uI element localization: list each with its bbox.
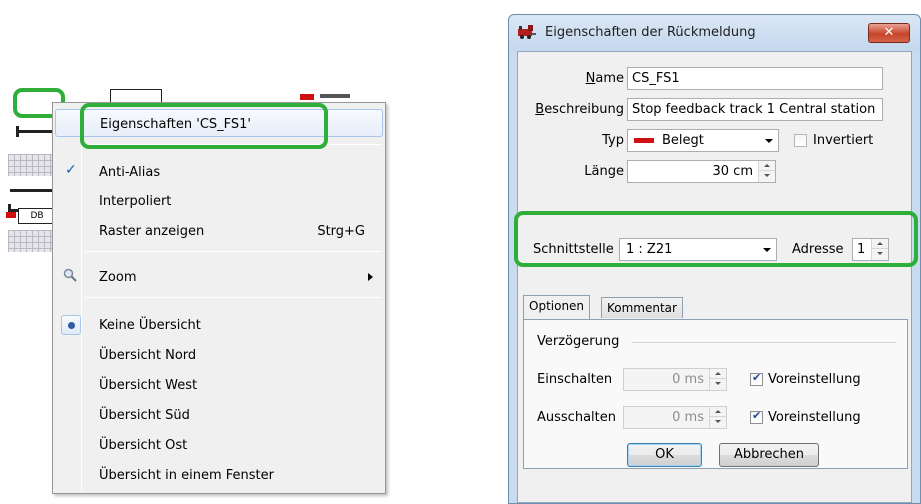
beschreibung-field[interactable]: Stop feedback track 1 Central station [627, 98, 883, 121]
track-signal-box [110, 89, 162, 103]
ausschalten-voreinstellung-checkbox[interactable] [750, 409, 763, 424]
check-icon: ✓ [65, 162, 77, 178]
menu-item-label: Interpoliert [99, 194, 172, 209]
einschalten-voreinstellung-label: Voreinstellung [768, 372, 861, 387]
menu-item-label: Übersicht Süd [99, 408, 190, 423]
menu-item-anti-alias[interactable]: ✓ Anti-Alias [55, 158, 383, 186]
spin-down-icon[interactable] [710, 417, 726, 427]
tab-kommentar[interactable]: Kommentar [601, 297, 683, 318]
name-field[interactable]: CS_FS1 [627, 67, 883, 90]
typ-select-value: Belegt [662, 133, 704, 148]
dialog-client-area: Name CS_FS1 Beschreibung Stop feedback t… [517, 51, 912, 503]
menu-item-label: Anti-Alias [99, 165, 161, 180]
menu-item-keine-uebersicht[interactable]: Keine Übersicht [55, 311, 383, 339]
track-segment [320, 94, 350, 98]
menu-item-label: Übersicht Nord [99, 348, 197, 363]
menu-item-zoom[interactable]: Zoom [55, 263, 383, 291]
menu-item-label: Übersicht in einem Fenster [99, 468, 274, 483]
menu-item-interpoliert[interactable]: Interpoliert [55, 187, 383, 215]
track-segment [16, 130, 56, 133]
ausschalten-voreinstellung-label: Voreinstellung [768, 410, 861, 425]
typ-label: Typ [602, 133, 624, 148]
typ-color-swatch [634, 138, 654, 143]
db-track-label: DB [18, 208, 56, 224]
einschalten-value: 0 ms [672, 372, 704, 387]
einschalten-field[interactable]: 0 ms [623, 368, 727, 391]
invertiert-label: Invertiert [813, 133, 874, 148]
typ-select[interactable]: Belegt [627, 129, 779, 152]
menu-item-label: Übersicht Ost [99, 438, 188, 453]
ausschalten-label: Ausschalten [537, 410, 616, 425]
tab-optionen[interactable]: Optionen [523, 295, 591, 319]
verzoegerung-label: Verzögerung [537, 334, 620, 349]
menu-item-highlight [80, 103, 328, 149]
interface-address-highlight [514, 211, 918, 267]
menu-item-label: Übersicht West [99, 378, 198, 393]
beschreibung-label: Beschreibung [535, 102, 624, 117]
abbrechen-button[interactable]: Abbrechen [719, 443, 819, 467]
menu-item-uebersicht-sued[interactable]: Übersicht Süd [55, 401, 383, 429]
menu-separator [85, 297, 382, 298]
name-label-text: ame [595, 71, 624, 86]
name-label: Name [586, 71, 624, 86]
context-menu: Eigenschaften 'CS_FS1' ✓ Anti-Alias Inte… [52, 102, 386, 494]
grid-area [8, 154, 54, 176]
feedback-sensor-icon [6, 212, 16, 218]
grid-area [8, 230, 54, 252]
track-diagram [0, 88, 60, 504]
spin-up-icon[interactable] [710, 407, 726, 417]
laenge-value: 30 cm [712, 164, 754, 179]
einschalten-label: Einschalten [537, 372, 613, 387]
radio-selected-icon [61, 315, 81, 335]
optionen-panel: Verzögerung Einschalten 0 ms Voreinstell… [523, 319, 908, 469]
name-label-mnemonic: N [585, 71, 596, 86]
menu-item-label: Raster anzeigen [99, 224, 205, 239]
ausschalten-spinner[interactable] [709, 407, 726, 428]
ok-button[interactable]: OK [627, 443, 702, 467]
menu-item-uebersicht-ost[interactable]: Übersicht Ost [55, 431, 383, 459]
menu-item-uebersicht-fenster[interactable]: Übersicht in einem Fenster [55, 461, 383, 489]
spin-up-icon[interactable] [710, 369, 726, 379]
ausschalten-value: 0 ms [672, 410, 704, 425]
menu-item-label: Keine Übersicht [99, 318, 201, 333]
einschalten-spinner[interactable] [709, 369, 726, 390]
submenu-arrow-icon [368, 273, 373, 281]
locomotive-icon [518, 25, 536, 39]
beschreibung-label-mnemonic: B [535, 102, 545, 117]
einschalten-voreinstellung-checkbox[interactable] [750, 371, 763, 386]
track-segment [10, 189, 54, 192]
dialog-title: Eigenschaften der Rückmeldung [545, 25, 756, 40]
beschreibung-label-text: eschreibung [544, 102, 624, 117]
spin-down-icon[interactable] [759, 171, 775, 181]
chevron-down-icon [760, 130, 778, 151]
menu-separator [85, 251, 382, 252]
feedback-sensor-icon [300, 94, 314, 100]
dialog-title-bar[interactable]: Eigenschaften der Rückmeldung ✕ [509, 15, 920, 51]
menu-item-label: Zoom [99, 270, 137, 285]
menu-item-shortcut: Strg+G [317, 224, 365, 239]
group-divider [632, 342, 896, 343]
laenge-field[interactable]: 30 cm [627, 160, 776, 183]
spin-up-icon[interactable] [759, 161, 775, 171]
ausschalten-field[interactable]: 0 ms [623, 406, 727, 429]
close-button[interactable]: ✕ [868, 23, 910, 43]
laenge-label: Länge [584, 164, 624, 179]
menu-item-uebersicht-west[interactable]: Übersicht West [55, 371, 383, 399]
menu-item-uebersicht-nord[interactable]: Übersicht Nord [55, 341, 383, 369]
laenge-spinner[interactable] [758, 161, 775, 182]
spin-down-icon[interactable] [710, 379, 726, 389]
invertiert-checkbox[interactable] [794, 134, 807, 147]
menu-item-raster-anzeigen[interactable]: Raster anzeigen Strg+G [55, 217, 383, 245]
magnifier-icon [63, 268, 77, 282]
